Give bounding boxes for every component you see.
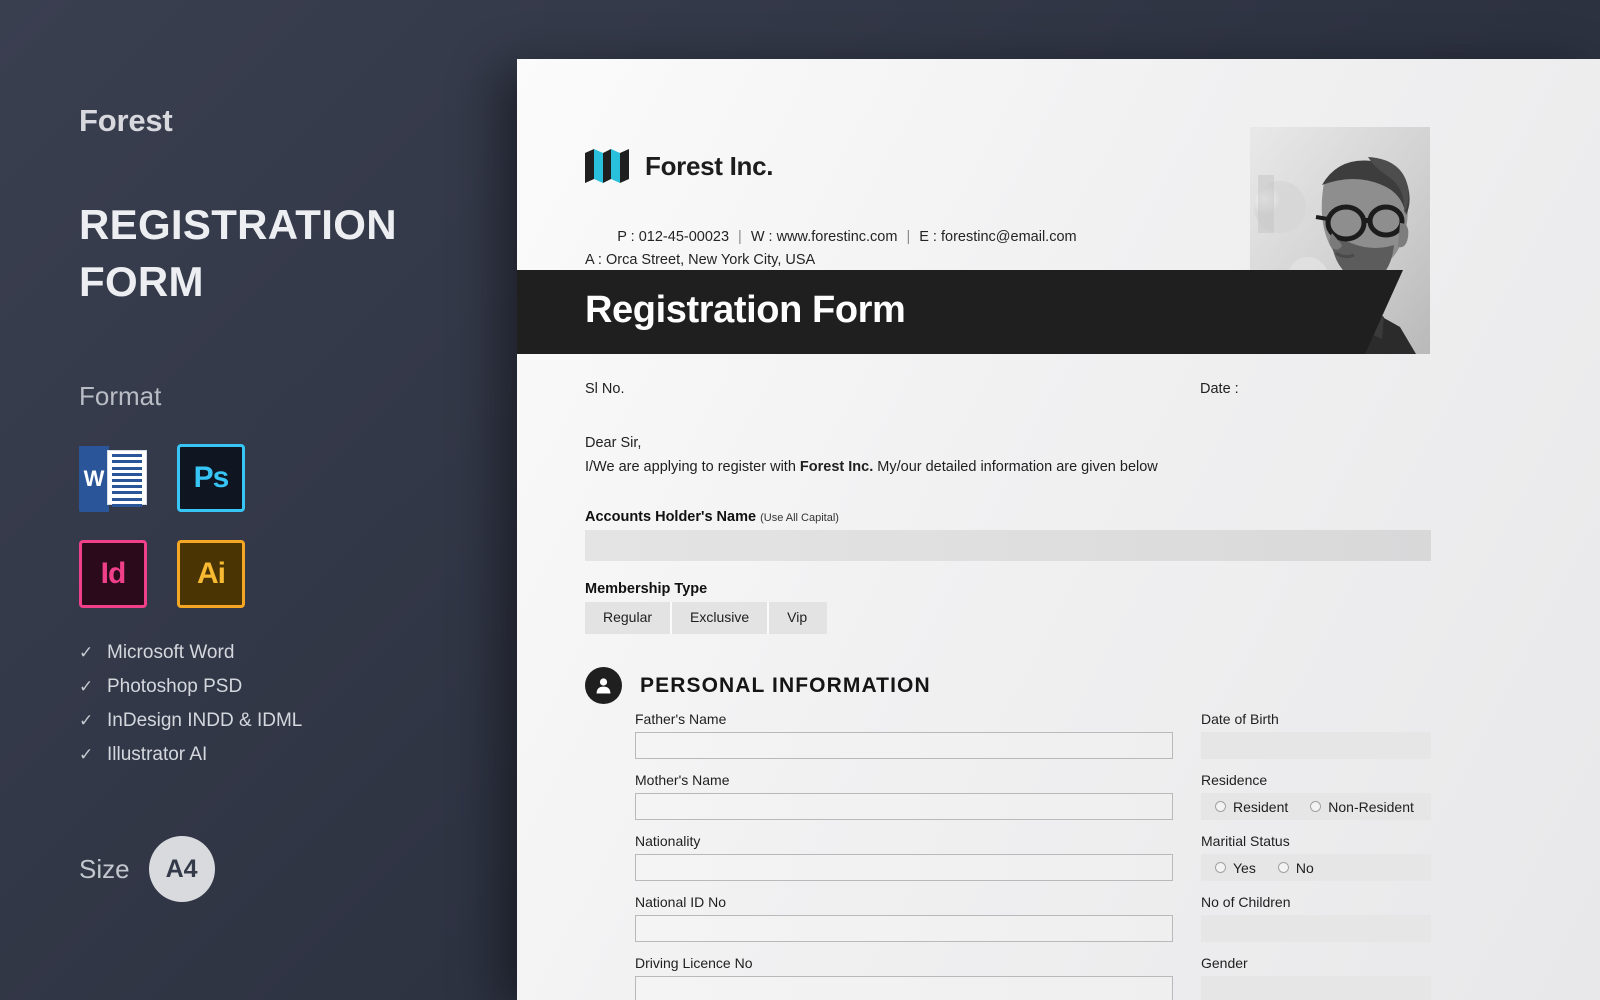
- format-icon-grid: W Ps Id Ai: [79, 444, 349, 636]
- list-item-label: InDesign INDD & IDML: [107, 710, 303, 731]
- marital-status-radio-group: Yes No: [1201, 854, 1431, 881]
- national-id-input[interactable]: [635, 915, 1173, 942]
- national-id-label: National ID No: [635, 894, 727, 910]
- radio-no-label: No: [1295, 859, 1314, 876]
- radio-resident[interactable]: Resident: [1215, 799, 1288, 815]
- salutation: Dear Sir,: [585, 435, 642, 451]
- radio-non-resident-label: Non-Resident: [1328, 798, 1414, 815]
- personal-fields-left: Father's Name Mother's Name Nationality …: [635, 711, 1173, 1000]
- sl-no-label: Sl No.: [585, 381, 625, 397]
- driving-licence-label: Driving Licence No: [635, 955, 753, 971]
- page-title: Registration Form: [585, 289, 906, 331]
- promo-brand: Forest: [79, 103, 173, 138]
- radio-married-yes[interactable]: Yes: [1215, 860, 1256, 876]
- residence-radio-group: Resident Non-Resident: [1201, 793, 1431, 820]
- account-holder-label-text: Accounts Holder's Name: [585, 509, 757, 525]
- company-name: Forest Inc.: [645, 150, 774, 181]
- date-of-birth-input[interactable]: [1201, 732, 1431, 759]
- indesign-icon: Id: [79, 540, 147, 608]
- date-of-birth-label: Date of Birth: [1201, 711, 1279, 727]
- photoshop-icon: Ps: [177, 444, 245, 512]
- marital-status-label: Maritial Status: [1201, 833, 1290, 849]
- title-band-wedge: [1365, 270, 1403, 354]
- no-of-children-label: No of Children: [1201, 894, 1291, 910]
- mothers-name-input[interactable]: [635, 793, 1173, 820]
- nationality-label: Nationality: [635, 833, 701, 849]
- radio-married-no[interactable]: No: [1277, 859, 1314, 876]
- fathers-name-label: Father's Name: [635, 711, 727, 727]
- tab-vip[interactable]: Vip: [769, 602, 828, 634]
- tab-exclusive[interactable]: Exclusive: [672, 602, 770, 634]
- check-icon: ✓: [79, 677, 94, 696]
- radio-yes-label: Yes: [1233, 859, 1256, 876]
- nationality-input[interactable]: [635, 854, 1173, 881]
- person-icon: [585, 667, 622, 704]
- document-page: Forest Inc. P : 012-45-00023 | W : www.for…: [517, 59, 1600, 1000]
- radio-circle-icon[interactable]: [1215, 801, 1226, 812]
- radio-circle-icon[interactable]: [1310, 801, 1322, 812]
- list-item: ✓ Photoshop PSD: [79, 670, 459, 704]
- radio-resident-label: Resident: [1233, 798, 1289, 815]
- mothers-name-label: Mother's Name: [635, 772, 730, 788]
- contact-separator: |: [738, 229, 742, 246]
- list-item-label: Photoshop PSD: [107, 676, 243, 697]
- word-icon-page: [107, 450, 147, 507]
- list-item: ✓ Illustrator AI: [79, 738, 459, 772]
- membership-type-tabs: Regular Exclusive Vip: [585, 602, 828, 634]
- check-icon: ✓: [79, 643, 94, 662]
- personal-fields-right: Date of Birth Residence Resident Non-Res…: [1201, 711, 1431, 1000]
- list-item: ✓ InDesign INDD & IDML: [79, 704, 459, 738]
- gender-input[interactable]: [1201, 976, 1431, 1000]
- intro-text-after: My/our detailed information are given be…: [873, 459, 1158, 475]
- intro-company: Forest Inc.: [799, 459, 874, 475]
- fathers-name-input[interactable]: [635, 732, 1173, 759]
- tab-regular[interactable]: Regular: [585, 602, 673, 634]
- radio-circle-icon[interactable]: [1277, 862, 1289, 873]
- membership-type-label: Membership Type: [585, 581, 708, 597]
- promo-title: REGISTRATION FORM: [79, 201, 397, 306]
- check-icon: ✓: [79, 711, 94, 730]
- driving-licence-input[interactable]: [635, 976, 1173, 1000]
- section-title: PERSONAL INFORMATION: [640, 673, 931, 697]
- contact-phone: P : 012-45-00023: [617, 229, 730, 246]
- gender-label: Gender: [1201, 955, 1248, 971]
- word-icon: W: [79, 444, 147, 512]
- radio-circle-icon[interactable]: [1215, 862, 1226, 873]
- account-holder-input[interactable]: [585, 530, 1431, 561]
- promo-format-label: Format: [79, 381, 162, 411]
- residence-label: Residence: [1201, 772, 1268, 788]
- intro-text-before: I/We are applying to register with: [585, 459, 800, 475]
- contact-website: W : www.forestinc.com: [750, 229, 898, 246]
- promo-panel: Forest REGISTRATION FORM Format W Ps Id …: [0, 0, 517, 1000]
- size-row: Size A4: [79, 836, 215, 902]
- size-label: Size: [79, 853, 130, 884]
- screenshot-root: Forest REGISTRATION FORM Format W Ps Id …: [0, 0, 1600, 1000]
- list-item: ✓ Microsoft Word: [79, 636, 459, 670]
- illustrator-icon: Ai: [177, 540, 245, 608]
- account-holder-hint: (Use All Capital): [760, 512, 839, 524]
- contact-address: A : Orca Street, New York City, USA: [585, 252, 816, 269]
- contact-email: E : forestinc@email.com: [919, 229, 1077, 246]
- format-checklist: ✓ Microsoft Word ✓ Photoshop PSD ✓ InDes…: [79, 636, 459, 772]
- contact-separator: |: [906, 229, 911, 246]
- check-icon: ✓: [79, 745, 94, 764]
- radio-non-resident[interactable]: Non-Resident: [1310, 799, 1414, 815]
- word-icon-letter: W: [79, 446, 109, 512]
- forest-logo-icon: [585, 149, 629, 183]
- list-item-label: Illustrator AI: [107, 744, 208, 765]
- personal-information-header: PERSONAL INFORMATION: [585, 667, 931, 704]
- list-item-label: Microsoft Word: [107, 642, 235, 663]
- date-label: Date :: [1200, 381, 1239, 397]
- intro-paragraph: I/We are applying to register with Fores…: [585, 459, 1158, 475]
- size-badge: A4: [148, 836, 215, 902]
- no-of-children-input[interactable]: [1201, 915, 1431, 942]
- account-holder-label: Accounts Holder's Name (Use All Capital): [585, 509, 839, 525]
